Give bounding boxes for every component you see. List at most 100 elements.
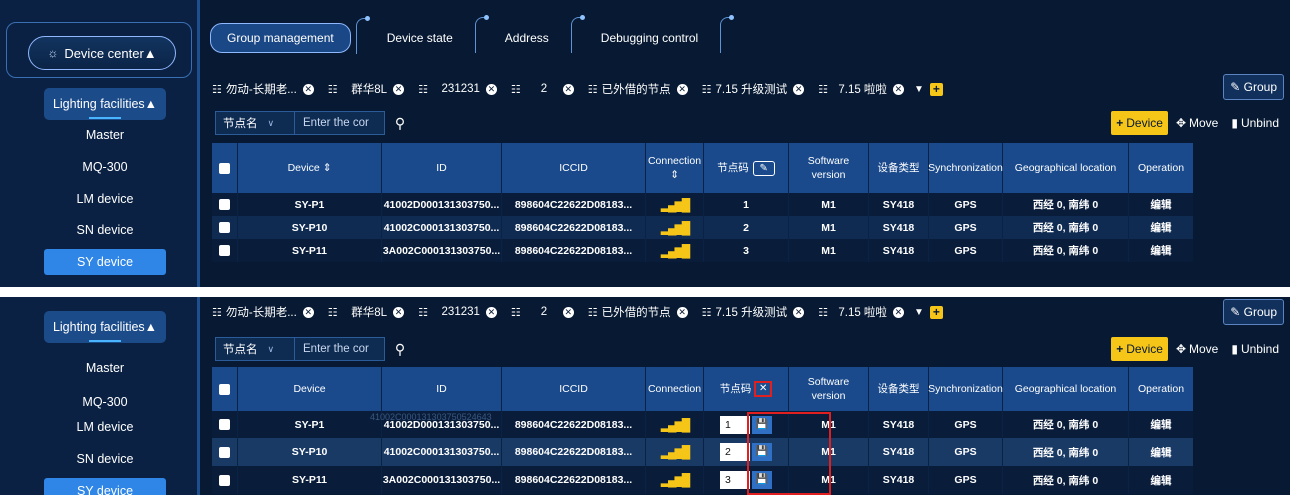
header-connection[interactable]: Connection ⇕ — [646, 143, 704, 193]
sort-icon[interactable]: ⇕ — [670, 168, 679, 182]
checkbox[interactable] — [219, 383, 230, 395]
tab-group-management[interactable]: Group management — [210, 16, 370, 54]
group-tab[interactable]: ☷ 群华8L ✕ — [328, 304, 405, 320]
select-all-checkbox[interactable] — [212, 143, 238, 193]
unbind-button[interactable]: ▮ Unbind — [1226, 337, 1284, 361]
edit-link[interactable]: 编辑 — [1129, 193, 1193, 216]
add-device-button[interactable]: + Device — [1111, 337, 1168, 361]
close-icon[interactable]: ✕ — [892, 83, 904, 95]
tab-separator — [474, 15, 489, 53]
close-icon[interactable]: ✕ — [302, 83, 314, 95]
node-code-input[interactable]: 2 — [720, 443, 750, 461]
edit-link[interactable]: 编辑 — [1129, 438, 1193, 466]
search-icon[interactable]: ⚲ — [385, 111, 415, 135]
close-icon[interactable]: ✕ — [302, 306, 314, 318]
close-icon[interactable]: ✕ — [562, 306, 574, 318]
sidebar-item-sy-device[interactable]: SY device — [44, 249, 166, 275]
checkbox[interactable] — [219, 162, 230, 174]
node-code-input[interactable]: 3 — [720, 471, 750, 489]
checkbox[interactable] — [219, 199, 230, 210]
table-row[interactable]: SY-P10 41002C000131303750... 898604C2262… — [212, 438, 1284, 466]
close-icon[interactable]: ✕ — [393, 306, 405, 318]
checkbox[interactable] — [219, 446, 230, 458]
cell-device: SY-P10 — [238, 216, 382, 239]
close-icon[interactable]: ✕ — [562, 83, 574, 95]
sidebar-item-mq-300[interactable]: MQ-300 — [44, 154, 166, 180]
search-field-select[interactable]: 节点名 ∨ — [215, 337, 295, 361]
save-icon[interactable]: 💾 — [752, 443, 772, 461]
group-tab[interactable]: ☷ 勿动-长期老... ✕ — [212, 304, 314, 320]
edit-link[interactable]: 编辑 — [1129, 216, 1193, 239]
edit-link[interactable]: 编辑 — [1129, 466, 1193, 494]
close-edit-icon[interactable]: ✕ — [754, 381, 773, 397]
save-icon[interactable]: 💾 — [752, 415, 772, 434]
sidebar-item-lm-device[interactable]: LM device — [44, 414, 166, 440]
group-tab[interactable]: ☷ 231231 ✕ — [418, 83, 497, 96]
add-group-icon[interactable]: + — [929, 305, 943, 319]
group-button[interactable]: ✎ Group — [1223, 74, 1284, 100]
checkbox[interactable] — [219, 474, 230, 486]
select-all-checkbox[interactable] — [212, 367, 238, 411]
sidebar-item-master[interactable]: Master — [44, 355, 166, 381]
add-group-icon[interactable]: + — [929, 82, 943, 96]
search-input[interactable]: Enter the cor — [295, 111, 385, 135]
group-tab[interactable]: ☷ 2 ✕ — [511, 83, 574, 96]
edit-link[interactable]: 编辑 — [1129, 411, 1193, 438]
close-icon[interactable]: ✕ — [793, 83, 805, 95]
group-tab[interactable]: ☷ 已外借的节点 ✕ — [588, 304, 688, 320]
move-button[interactable]: ✥ Move — [1171, 337, 1223, 361]
group-tab[interactable]: ☷ 群华8L ✕ — [327, 81, 405, 97]
close-icon[interactable]: ✕ — [393, 83, 405, 95]
group-button[interactable]: ✎ Group — [1223, 299, 1284, 325]
sidebar-item-lm-device[interactable]: LM device — [44, 186, 166, 212]
group-tab[interactable]: ☷ 7.15 啦啦 ✕ — [818, 81, 904, 97]
sidebar-item-sy-device[interactable]: SY device — [44, 478, 166, 495]
table-row[interactable]: SY-P10 41002C000131303750... 898604C2262… — [212, 216, 1284, 239]
save-icon[interactable]: 💾 — [752, 471, 772, 489]
group-tab[interactable]: ☷ 231231 ✕ — [418, 306, 497, 319]
group-tab[interactable]: ☷ 已外借的节点 ✕ — [588, 81, 688, 97]
header-device[interactable]: Device ⇕ — [238, 143, 382, 193]
group-tab[interactable]: ☷ 勿动-长期老... ✕ — [212, 81, 314, 97]
search-icon[interactable]: ⚲ — [385, 337, 415, 361]
group-tab[interactable]: ☷ 7.15 啦啦 ✕ — [818, 304, 904, 320]
search-input[interactable]: Enter the cor — [295, 337, 385, 361]
header-iccid: ICCID — [502, 143, 646, 193]
group-tab[interactable]: ☷ 7.15 升级测试 ✕ — [702, 304, 805, 320]
checkbox[interactable] — [219, 245, 230, 256]
unbind-button[interactable]: ▮ Unbind — [1226, 111, 1284, 135]
close-icon[interactable]: ✕ — [676, 83, 688, 95]
search-field-select[interactable]: 节点名 ∨ — [215, 111, 295, 135]
pencil-icon[interactable]: ✎ — [752, 160, 775, 176]
sidebar-item-mq-300[interactable]: MQ-300 — [44, 389, 166, 415]
close-icon[interactable]: ✕ — [485, 83, 497, 95]
edit-link[interactable]: 编辑 — [1129, 239, 1193, 262]
table-row[interactable]: SY-P11 3A002C000131303750... 898604C2262… — [212, 466, 1284, 494]
tree-icon: ☷ — [327, 83, 338, 96]
lighting-facilities-button[interactable]: Lighting facilities▲ — [44, 311, 166, 343]
close-icon[interactable]: ✕ — [676, 306, 688, 318]
dropdown-icon[interactable]: ▼ — [914, 307, 924, 318]
tab-device-state[interactable]: Device state — [371, 15, 489, 53]
tab-debugging-control[interactable]: Debugging control — [585, 15, 735, 53]
move-button[interactable]: ✥ Move — [1171, 111, 1223, 135]
add-device-button[interactable]: + Device — [1111, 111, 1168, 135]
tab-address[interactable]: Address — [489, 15, 585, 53]
checkbox[interactable] — [219, 222, 230, 233]
dropdown-icon[interactable]: ▼ — [914, 84, 924, 95]
checkbox[interactable] — [219, 419, 230, 430]
lighting-facilities-button[interactable]: Lighting facilities▲ — [44, 88, 166, 120]
group-tab[interactable]: ☷ 2 ✕ — [511, 306, 574, 319]
group-tab[interactable]: ☷ 7.15 升级测试 ✕ — [702, 81, 805, 97]
table-row[interactable]: SY-P1 41002D000131303750... 898604C22622… — [212, 193, 1284, 216]
close-icon[interactable]: ✕ — [485, 306, 497, 318]
sidebar-item-sn-device[interactable]: SN device — [44, 217, 166, 243]
sidebar-item-sn-device[interactable]: SN device — [44, 446, 166, 472]
device-center-button[interactable]: ☼ Device center▲ — [28, 36, 176, 70]
sort-icon[interactable]: ⇕ — [323, 161, 332, 175]
close-icon[interactable]: ✕ — [892, 306, 904, 318]
node-code-input[interactable]: 1 — [720, 415, 750, 434]
close-icon[interactable]: ✕ — [793, 306, 805, 318]
sidebar-item-master[interactable]: Master — [44, 122, 166, 148]
table-row[interactable]: SY-P11 3A002C000131303750... 898604C2262… — [212, 239, 1284, 262]
